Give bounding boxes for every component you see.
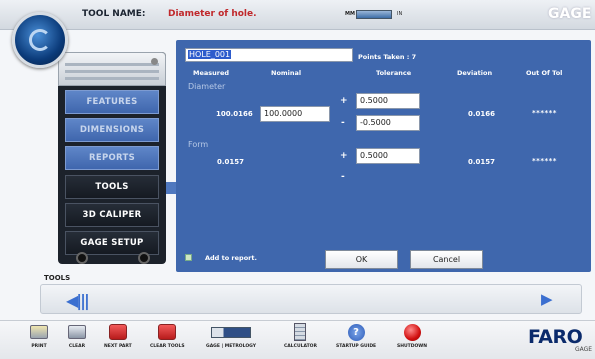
sidebar-item-dimensions[interactable]: DIMENSIONS bbox=[65, 118, 159, 142]
panel-connector bbox=[166, 182, 176, 194]
sidebar-item-features[interactable]: FEATURES bbox=[65, 90, 159, 114]
next-part-button[interactable]: NEXT PART bbox=[104, 322, 132, 349]
help-icon: ? bbox=[345, 322, 367, 342]
units-in-label: IN bbox=[397, 11, 403, 17]
next-part-icon bbox=[107, 322, 129, 342]
swirl-icon bbox=[29, 29, 51, 51]
sidebar-item-tools[interactable]: TOOLS bbox=[65, 175, 159, 199]
scroll-left-icon[interactable]: ◀||| bbox=[66, 291, 90, 310]
col-header-deviation: Deviation bbox=[457, 69, 493, 77]
app-logo[interactable] bbox=[12, 12, 68, 68]
calculator-button[interactable]: CALCULATOR bbox=[284, 322, 317, 349]
diameter-measured: 100.0166 bbox=[216, 110, 253, 118]
section-diameter: Diameter bbox=[188, 82, 226, 91]
col-header-nominal: Nominal bbox=[271, 69, 302, 77]
clear-tools-button[interactable]: CLEAR TOOLS bbox=[150, 322, 185, 349]
faro-logo: FARO bbox=[528, 326, 583, 348]
tool-name-label: TOOL NAME: bbox=[82, 9, 146, 19]
clear-icon bbox=[66, 322, 88, 342]
drawer-knob-icon bbox=[151, 58, 158, 65]
mode-toggle-icon bbox=[208, 322, 254, 342]
shutdown-button[interactable]: SHUTDOWN bbox=[397, 322, 427, 349]
gage-metrology-toggle[interactable]: GAGE | METROLOGY bbox=[206, 322, 256, 349]
ok-button[interactable]: OK bbox=[325, 250, 398, 269]
section-form: Form bbox=[188, 140, 209, 149]
units-mm-label: MM bbox=[345, 11, 355, 17]
printer-icon bbox=[28, 322, 50, 342]
feature-name-value: HOLE_001 bbox=[188, 50, 232, 59]
sidebar-item-reports[interactable]: REPORTS bbox=[65, 146, 159, 170]
calculator-icon bbox=[289, 322, 311, 342]
tol-plus-sign: + bbox=[340, 96, 348, 106]
col-header-out-of-tol: Out Of Tol bbox=[526, 69, 563, 77]
clear-button[interactable]: CLEAR bbox=[66, 322, 88, 349]
faro-logo-sub: GAGE bbox=[575, 346, 593, 353]
tools-strip bbox=[40, 284, 582, 314]
brand-logo-top: GAGE bbox=[548, 6, 592, 22]
sidebar-item-3d-caliper[interactable]: 3D CALIPER bbox=[65, 203, 159, 227]
units-toggle[interactable] bbox=[356, 10, 392, 19]
cart-wheel-icon bbox=[138, 252, 150, 264]
form-tol-plus-input[interactable]: 0.5000 bbox=[356, 148, 420, 164]
diameter-out-of-tol: ****** bbox=[532, 109, 557, 117]
diameter-deviation: 0.0166 bbox=[468, 110, 496, 118]
cancel-button[interactable]: Cancel bbox=[410, 250, 483, 269]
cart-wheel-icon bbox=[76, 252, 88, 264]
tol-minus-sign: - bbox=[341, 118, 345, 128]
form-tol-plus-sign: + bbox=[340, 151, 348, 161]
sidebar-drawer-top bbox=[58, 52, 166, 86]
clear-tools-icon bbox=[156, 322, 178, 342]
diameter-tol-minus-input[interactable]: -0.5000 bbox=[356, 115, 420, 131]
col-header-tolerance: Tolerance bbox=[376, 69, 412, 77]
tools-label: TOOLS bbox=[44, 274, 71, 282]
add-to-report-checkbox[interactable] bbox=[185, 254, 192, 261]
points-taken-label: Points Taken : 7 bbox=[358, 53, 417, 61]
col-header-measured: Measured bbox=[193, 69, 230, 77]
form-deviation: 0.0157 bbox=[468, 158, 496, 166]
form-measured: 0.0157 bbox=[217, 158, 245, 166]
shutdown-icon bbox=[401, 322, 423, 342]
scroll-right-icon[interactable]: ▶ bbox=[541, 290, 553, 308]
startup-guide-button[interactable]: ? STARTUP GUIDE bbox=[336, 322, 376, 349]
print-button[interactable]: PRINT bbox=[28, 322, 50, 349]
add-to-report-label: Add to report. bbox=[205, 254, 257, 262]
feature-name-input[interactable]: HOLE_001 bbox=[185, 48, 353, 62]
diameter-nominal-input[interactable]: 100.0000 bbox=[260, 106, 330, 122]
form-out-of-tol: ****** bbox=[532, 157, 557, 165]
tool-name-value: Diameter of hole. bbox=[168, 9, 257, 19]
diameter-tol-plus-input[interactable]: 0.5000 bbox=[356, 93, 420, 109]
form-tol-minus-sign: - bbox=[341, 172, 345, 182]
